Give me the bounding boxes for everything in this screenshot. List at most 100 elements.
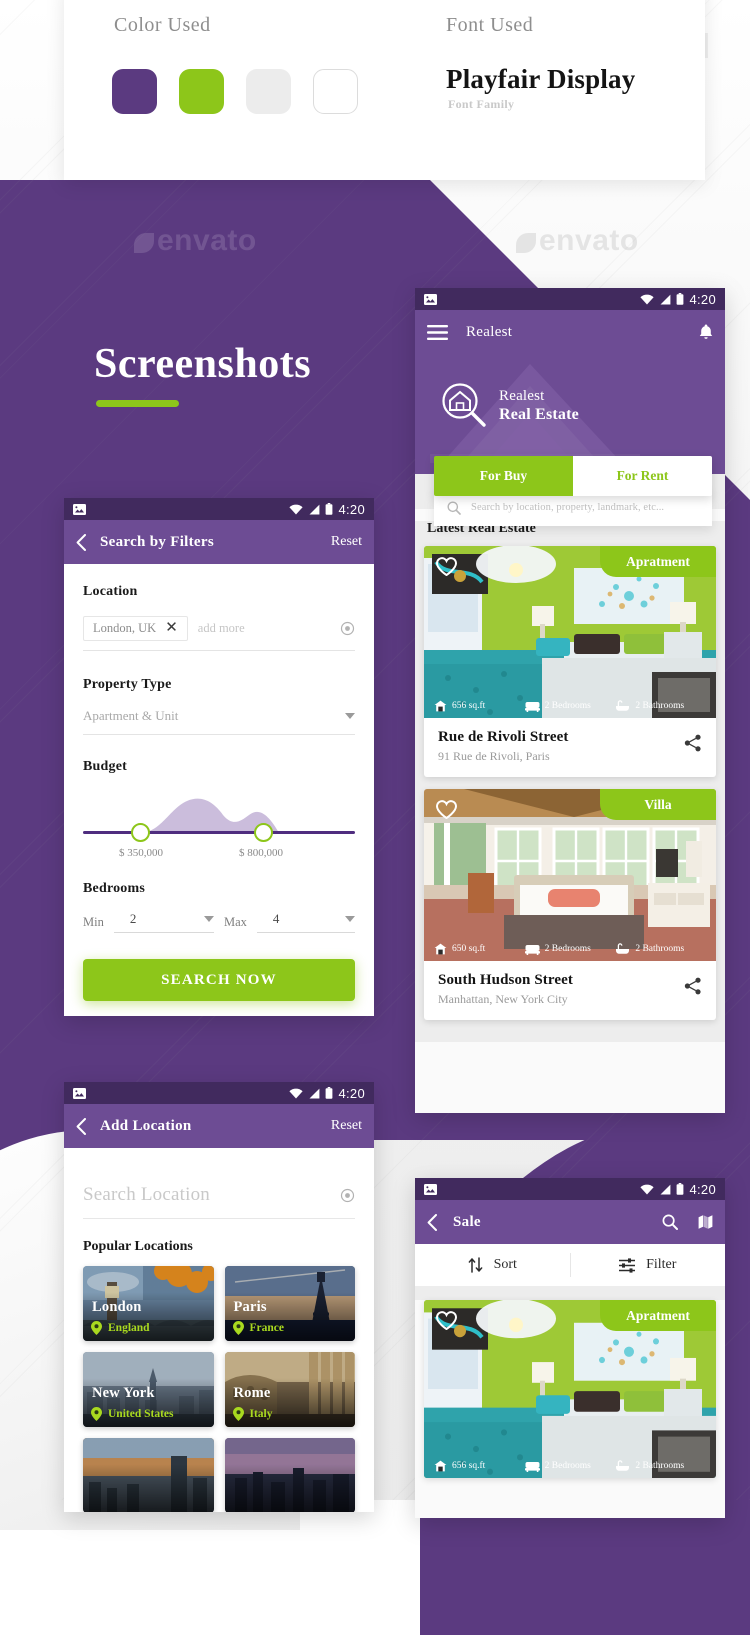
location-chip[interactable]: London, UK ✕ bbox=[83, 616, 188, 641]
location-city: Rome bbox=[233, 1385, 271, 1401]
reset-button[interactable]: Reset bbox=[331, 1118, 362, 1134]
chevron-down-icon bbox=[345, 713, 355, 719]
property-card[interactable]: Apratment 656 sq.ft 2 Bedrooms 2 Bathroo… bbox=[424, 546, 716, 777]
location-card-5[interactable] bbox=[83, 1438, 214, 1512]
heart-icon[interactable] bbox=[436, 1311, 457, 1330]
meta-bathrooms: 2 Bathrooms bbox=[615, 1460, 706, 1472]
bathtub-icon bbox=[615, 943, 630, 955]
property-type-select[interactable]: Apartment & Unit bbox=[83, 708, 355, 735]
bedrooms-min-select[interactable]: 2 bbox=[113, 911, 214, 933]
share-icon[interactable] bbox=[684, 977, 702, 995]
map-icon[interactable] bbox=[698, 1214, 713, 1230]
share-icon[interactable] bbox=[684, 734, 702, 752]
hamburger-menu-icon[interactable] bbox=[427, 324, 448, 340]
location-card-6[interactable] bbox=[224, 1438, 355, 1512]
bedrooms-max-label: Max bbox=[224, 914, 247, 929]
app-bar-title: Sale bbox=[453, 1213, 481, 1230]
bedrooms-max-select[interactable]: 4 bbox=[256, 911, 355, 933]
heart-icon[interactable] bbox=[436, 800, 457, 819]
close-icon[interactable]: ✕ bbox=[165, 621, 178, 636]
buy-rent-tabs: For Buy For Rent bbox=[434, 456, 712, 496]
app-bar: Add Location Reset bbox=[64, 1104, 374, 1148]
wifi-icon bbox=[640, 1184, 655, 1195]
hero-brand: Realest Real Estate bbox=[499, 388, 579, 424]
location-card-new-york[interactable]: New York United States bbox=[83, 1352, 214, 1427]
app-bar-title: Add Location bbox=[100, 1117, 192, 1134]
color-swatch-primary-purple bbox=[112, 69, 157, 114]
meta-bedrooms: 2 Bedrooms bbox=[524, 701, 616, 712]
location-card-paris[interactable]: Paris France bbox=[224, 1266, 355, 1341]
status-bar-time: 4:20 bbox=[338, 501, 365, 517]
bathtub-icon bbox=[615, 700, 630, 712]
bedrooms-max-group[interactable]: Max 4 bbox=[224, 911, 355, 933]
filters-sheet: Location London, UK ✕ add more Property … bbox=[64, 564, 374, 1016]
location-search-input[interactable]: Search Location bbox=[83, 1184, 210, 1206]
location-city: Paris bbox=[233, 1299, 267, 1315]
meta-bedrooms: 2 Bedrooms bbox=[524, 1461, 616, 1472]
property-type-label: Property Type bbox=[83, 677, 172, 692]
budget-label: Budget bbox=[83, 759, 127, 774]
meta-bathrooms: 2 Bathrooms bbox=[615, 700, 706, 712]
search-icon[interactable] bbox=[662, 1214, 678, 1230]
heart-icon[interactable] bbox=[436, 557, 457, 576]
location-field-row[interactable]: London, UK ✕ add more bbox=[83, 616, 355, 651]
bedrooms-min-group[interactable]: Min 2 bbox=[83, 911, 214, 933]
location-country: England bbox=[108, 1322, 150, 1334]
location-card-london[interactable]: London England bbox=[83, 1266, 214, 1341]
phone-home: 4:20 Realest Realest Real Estate For Buy… bbox=[415, 288, 725, 1113]
map-pin-icon bbox=[232, 1321, 244, 1335]
sort-button[interactable]: Sort bbox=[415, 1244, 570, 1286]
signal-icon bbox=[659, 1184, 671, 1195]
property-type-badge: Villa bbox=[600, 789, 716, 820]
budget-max-handle[interactable] bbox=[253, 823, 273, 842]
bedrooms-min-label: Min bbox=[83, 914, 104, 929]
location-card-rome[interactable]: Rome Italy bbox=[224, 1352, 355, 1427]
app-bar: Realest bbox=[415, 310, 725, 354]
meta-bathrooms: 2 Bathrooms bbox=[615, 943, 706, 955]
notification-bell-icon[interactable] bbox=[699, 324, 713, 340]
color-swatch-white bbox=[313, 69, 358, 114]
property-card[interactable]: Villa 650 sq.ft 2 Bedrooms 2 Bathrooms S… bbox=[424, 789, 716, 1020]
status-bar: 4:20 bbox=[64, 498, 374, 520]
wifi-icon bbox=[289, 504, 304, 515]
budget-slider[interactable] bbox=[83, 793, 355, 845]
property-card-body: South Hudson Street Manhattan, New York … bbox=[424, 961, 716, 1020]
hero-brand-line1: Realest bbox=[499, 388, 545, 404]
location-input[interactable]: add more bbox=[198, 621, 245, 636]
meta-area: 656 sq.ft bbox=[434, 1460, 525, 1472]
property-address: 91 Rue de Rivoli, Paris bbox=[438, 749, 550, 763]
crosshair-icon[interactable] bbox=[340, 621, 355, 636]
meta-bedrooms: 2 Bedrooms bbox=[524, 944, 616, 955]
sort-label: Sort bbox=[493, 1257, 517, 1272]
filter-sliders-icon bbox=[619, 1257, 636, 1273]
app-title: Realest bbox=[466, 323, 513, 340]
property-title: South Hudson Street bbox=[438, 972, 573, 988]
filter-button[interactable]: Filter bbox=[571, 1244, 726, 1286]
budget-min-handle[interactable] bbox=[131, 823, 151, 842]
font-family-caption: Font Family bbox=[448, 97, 515, 111]
property-type-badge: Apratment bbox=[600, 1300, 716, 1331]
meta-area: 650 sq.ft bbox=[434, 943, 525, 955]
search-now-button[interactable]: SEARCH NOW bbox=[83, 959, 355, 1001]
tab-for-buy[interactable]: For Buy bbox=[434, 456, 573, 496]
property-meta: 656 sq.ft 2 Bedrooms 2 Bathrooms bbox=[424, 700, 716, 712]
page-title: Screenshots bbox=[94, 341, 312, 387]
search-input[interactable]: Search by location, property, landmark, … bbox=[471, 502, 664, 513]
property-card[interactable]: Apratment 656 sq.ft 2 Bedrooms 2 Bathroo… bbox=[424, 1300, 716, 1478]
reset-button[interactable]: Reset bbox=[331, 534, 362, 550]
color-swatch-light-grey bbox=[246, 69, 291, 114]
location-country: Italy bbox=[249, 1408, 273, 1420]
status-bar: 4:20 bbox=[64, 1082, 374, 1104]
crosshair-icon[interactable] bbox=[340, 1188, 355, 1203]
property-image: Apratment 656 sq.ft 2 Bedrooms 2 Bathroo… bbox=[424, 1300, 716, 1478]
chevron-left-icon[interactable] bbox=[427, 1213, 437, 1231]
chevron-left-icon[interactable] bbox=[76, 533, 86, 551]
budget-histogram bbox=[139, 798, 279, 833]
spec-card: Color Used Font Used Playfair Display Fo… bbox=[64, 0, 705, 180]
house-icon bbox=[434, 1460, 447, 1472]
tab-for-rent[interactable]: For Rent bbox=[573, 456, 712, 496]
filter-label: Filter bbox=[646, 1257, 677, 1272]
chevron-left-icon[interactable] bbox=[76, 1117, 86, 1135]
map-pin-icon bbox=[232, 1407, 244, 1421]
location-search-row[interactable]: Search Location bbox=[83, 1184, 355, 1219]
